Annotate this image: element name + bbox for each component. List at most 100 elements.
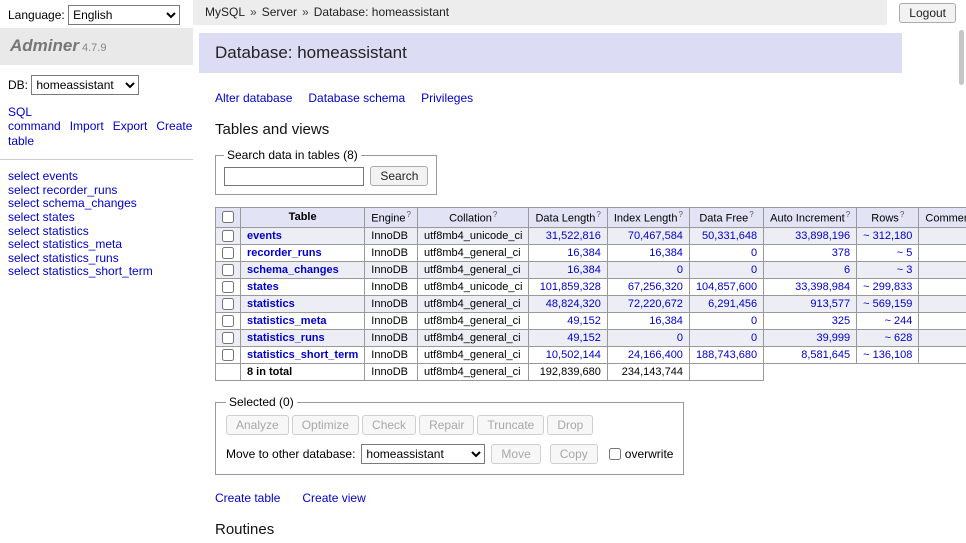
data-length-link[interactable]: 31,522,816 xyxy=(546,230,601,242)
search-input[interactable] xyxy=(224,167,364,186)
sidebar-table-link[interactable]: select statistics_short_term xyxy=(8,265,185,278)
data-length-link[interactable]: 48,824,320 xyxy=(546,298,601,310)
data-length-link[interactable]: 49,152 xyxy=(567,332,601,344)
index-length-link[interactable]: 16,384 xyxy=(649,247,683,259)
sidebar-table-link[interactable]: select schema_changes xyxy=(8,197,185,210)
sidebar-table-link[interactable]: select events xyxy=(8,170,185,183)
data-length-link[interactable]: 10,502,144 xyxy=(546,349,601,361)
help-link[interactable]: ? xyxy=(678,210,682,219)
data-length-link[interactable]: 49,152 xyxy=(567,315,601,327)
data-length-link[interactable]: 16,384 xyxy=(567,247,601,259)
index-length-link[interactable]: 0 xyxy=(677,332,683,344)
select-all-checkbox[interactable] xyxy=(222,211,234,223)
rows-count-link[interactable]: ~ 299,833 xyxy=(863,281,912,293)
logout-button[interactable]: Logout xyxy=(899,3,956,23)
sidebar-table-link[interactable]: select states xyxy=(8,211,185,224)
row-checkbox[interactable] xyxy=(222,230,234,242)
analyze-button[interactable]: Analyze xyxy=(226,415,289,435)
auto-increment-link[interactable]: 6 xyxy=(844,264,850,276)
auto-increment-link[interactable]: 913,577 xyxy=(810,298,850,310)
help-link[interactable]: ? xyxy=(749,210,753,219)
data-free-link[interactable]: 188,743,680 xyxy=(696,349,757,361)
help-link[interactable]: ? xyxy=(493,210,497,219)
row-checkbox[interactable] xyxy=(222,247,234,259)
help-link[interactable]: ? xyxy=(900,210,904,219)
rows-count-link[interactable]: ~ 3 xyxy=(897,264,913,276)
auto-increment-link[interactable]: 8,581,645 xyxy=(801,349,850,361)
index-length-link[interactable]: 70,467,584 xyxy=(628,230,683,242)
sidebar-action-link[interactable]: Import xyxy=(70,119,104,133)
create-link[interactable]: Create view xyxy=(302,491,365,505)
overwrite-checkbox[interactable] xyxy=(609,448,621,460)
drop-button[interactable]: Drop xyxy=(547,415,593,435)
check-button[interactable]: Check xyxy=(362,415,416,435)
data-free-link[interactable]: 0 xyxy=(751,332,757,344)
breadcrumb-item[interactable]: Server xyxy=(262,5,297,19)
table-name-link[interactable]: states xyxy=(247,281,279,293)
cell-auto-increment: 33,898,196 xyxy=(764,227,857,244)
scrollbar-thumb[interactable] xyxy=(959,30,964,85)
rows-count-link[interactable]: ~ 244 xyxy=(885,315,913,327)
create-link[interactable]: Create table xyxy=(215,491,280,505)
rows-count-link[interactable]: ~ 312,180 xyxy=(863,230,912,242)
truncate-button[interactable]: Truncate xyxy=(477,415,544,435)
help-link[interactable]: ? xyxy=(407,210,411,219)
scrollbar[interactable] xyxy=(956,0,966,543)
auto-increment-link[interactable]: 325 xyxy=(832,315,850,327)
sidebar-table-link[interactable]: select statistics_meta xyxy=(8,238,185,251)
language-select[interactable]: English xyxy=(68,5,180,25)
optimize-button[interactable]: Optimize xyxy=(292,415,359,435)
index-length-link[interactable]: 67,256,320 xyxy=(628,281,683,293)
table-name-link[interactable]: statistics_short_term xyxy=(247,349,358,361)
database-action-link[interactable]: Alter database xyxy=(215,91,292,105)
auto-increment-link[interactable]: 378 xyxy=(832,247,850,259)
sidebar-table-link[interactable]: select recorder_runs xyxy=(8,184,185,197)
help-link[interactable]: ? xyxy=(846,210,850,219)
table-name-link[interactable]: events xyxy=(247,230,282,242)
rows-count-link[interactable]: ~ 628 xyxy=(885,332,913,344)
row-checkbox[interactable] xyxy=(222,298,234,310)
data-free-link[interactable]: 0 xyxy=(751,247,757,259)
table-name-link[interactable]: statistics xyxy=(247,298,295,310)
auto-increment-link[interactable]: 33,898,196 xyxy=(795,230,850,242)
table-name-link[interactable]: recorder_runs xyxy=(247,247,322,259)
table-name-link[interactable]: statistics_runs xyxy=(247,332,325,344)
auto-increment-link[interactable]: 39,999 xyxy=(817,332,851,344)
data-free-link[interactable]: 6,291,456 xyxy=(708,298,757,310)
db-select[interactable]: homeassistant xyxy=(31,75,139,95)
sidebar-action-link[interactable]: Export xyxy=(113,119,148,133)
index-length-link[interactable]: 0 xyxy=(677,264,683,276)
index-length-link[interactable]: 72,220,672 xyxy=(628,298,683,310)
rows-count-link[interactable]: ~ 5 xyxy=(897,247,913,259)
row-checkbox[interactable] xyxy=(222,264,234,276)
data-free-link[interactable]: 0 xyxy=(751,264,757,276)
help-link[interactable]: ? xyxy=(596,210,600,219)
repair-button[interactable]: Repair xyxy=(419,415,474,435)
move-db-select[interactable]: homeassistant xyxy=(361,444,485,464)
row-checkbox[interactable] xyxy=(222,281,234,293)
sidebar-table-link[interactable]: select statistics_runs xyxy=(8,252,185,265)
sidebar-action-link[interactable]: SQL command xyxy=(8,105,61,133)
row-checkbox[interactable] xyxy=(222,315,234,327)
database-action-link[interactable]: Database schema xyxy=(308,91,405,105)
breadcrumb-item[interactable]: MySQL xyxy=(205,5,245,19)
index-length-link[interactable]: 16,384 xyxy=(649,315,683,327)
rows-count-link[interactable]: ~ 569,159 xyxy=(863,298,912,310)
data-free-link[interactable]: 50,331,648 xyxy=(702,230,757,242)
sidebar-table-link[interactable]: select statistics xyxy=(8,225,185,238)
database-action-link[interactable]: Privileges xyxy=(421,91,473,105)
search-button[interactable]: Search xyxy=(370,166,428,186)
copy-button[interactable]: Copy xyxy=(550,444,598,464)
index-length-link[interactable]: 24,166,400 xyxy=(628,349,683,361)
data-free-link[interactable]: 0 xyxy=(751,315,757,327)
table-name-link[interactable]: schema_changes xyxy=(247,264,339,276)
data-free-link[interactable]: 104,857,600 xyxy=(696,281,757,293)
move-button[interactable]: Move xyxy=(491,444,540,464)
data-length-link[interactable]: 101,859,328 xyxy=(540,281,601,293)
table-name-link[interactable]: statistics_meta xyxy=(247,315,327,327)
auto-increment-link[interactable]: 33,398,984 xyxy=(795,281,850,293)
row-checkbox[interactable] xyxy=(222,349,234,361)
rows-count-link[interactable]: ~ 136,108 xyxy=(863,349,912,361)
row-checkbox[interactable] xyxy=(222,332,234,344)
data-length-link[interactable]: 16,384 xyxy=(567,264,601,276)
